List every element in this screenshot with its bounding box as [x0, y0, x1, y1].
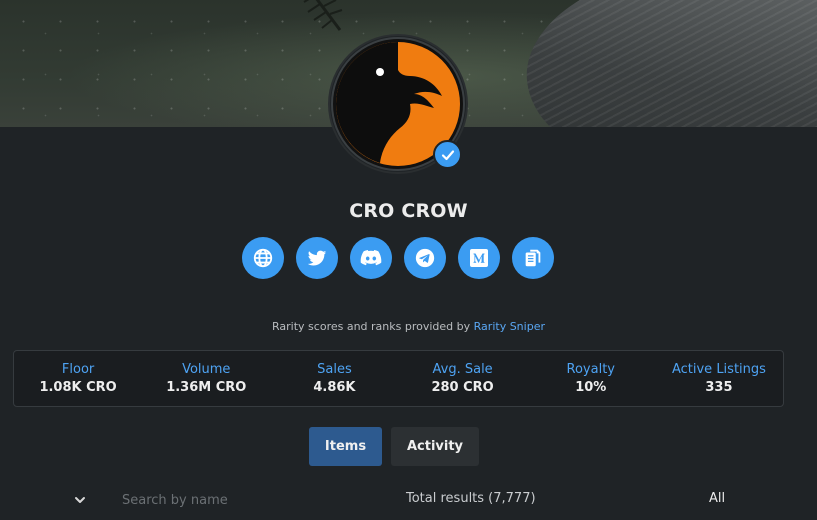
twitter-button[interactable] [296, 237, 338, 279]
stat-avg-sale: Avg. Sale 280 CRO [399, 351, 527, 406]
rarity-sniper-link[interactable]: Rarity Sniper [474, 320, 545, 333]
telegram-icon [415, 248, 435, 268]
verified-badge-icon [433, 140, 462, 169]
rarity-credit-text: Rarity scores and ranks provided by [272, 320, 471, 333]
stat-label: Volume [182, 362, 231, 377]
stat-value: 4.86K [313, 380, 356, 395]
stat-label: Active Listings [671, 362, 766, 377]
copy-address-button[interactable] [512, 237, 554, 279]
filter-select[interactable]: All [709, 491, 725, 506]
tab-items[interactable]: Items [309, 427, 382, 466]
stat-label: Avg. Sale [432, 362, 493, 377]
stat-label: Royalty [566, 362, 615, 377]
medium-icon [470, 249, 488, 267]
stat-sales: Sales 4.86K [270, 351, 398, 406]
collection-stats: Floor 1.08K CRO Volume 1.36M CRO Sales 4… [13, 350, 784, 407]
stat-value: 10% [575, 380, 607, 395]
tab-activity[interactable]: Activity [391, 427, 479, 466]
stat-floor: Floor 1.08K CRO [14, 351, 142, 406]
rarity-credit: Rarity scores and ranks provided by Rari… [0, 320, 817, 333]
search-input[interactable] [120, 487, 344, 513]
collection-tabs: Items Activity [309, 427, 479, 466]
collection-title: CRO CROW [349, 200, 468, 222]
website-button[interactable] [242, 237, 284, 279]
twitter-icon [307, 250, 327, 266]
medium-button[interactable] [458, 237, 500, 279]
stat-royalty: Royalty 10% [527, 351, 655, 406]
chevron-down-icon[interactable] [72, 492, 88, 508]
stat-label: Floor [61, 362, 95, 377]
stat-active-listings: Active Listings 335 [655, 351, 783, 406]
discord-button[interactable] [350, 237, 392, 279]
discord-icon [360, 250, 382, 266]
stat-label: Sales [317, 362, 352, 377]
stat-volume: Volume 1.36M CRO [142, 351, 270, 406]
stat-value: 335 [705, 380, 733, 395]
social-links [242, 237, 554, 279]
banner-crow-art [514, 0, 817, 127]
telegram-button[interactable] [404, 237, 446, 279]
stat-value: 1.36M CRO [166, 380, 247, 395]
filter-bar: Total results (7,777) All [0, 484, 817, 514]
stat-value: 280 CRO [431, 380, 494, 395]
globe-icon [253, 248, 273, 268]
stat-value: 1.08K CRO [39, 380, 117, 395]
total-results: Total results (7,777) [406, 491, 536, 506]
copy-icon [525, 249, 541, 267]
